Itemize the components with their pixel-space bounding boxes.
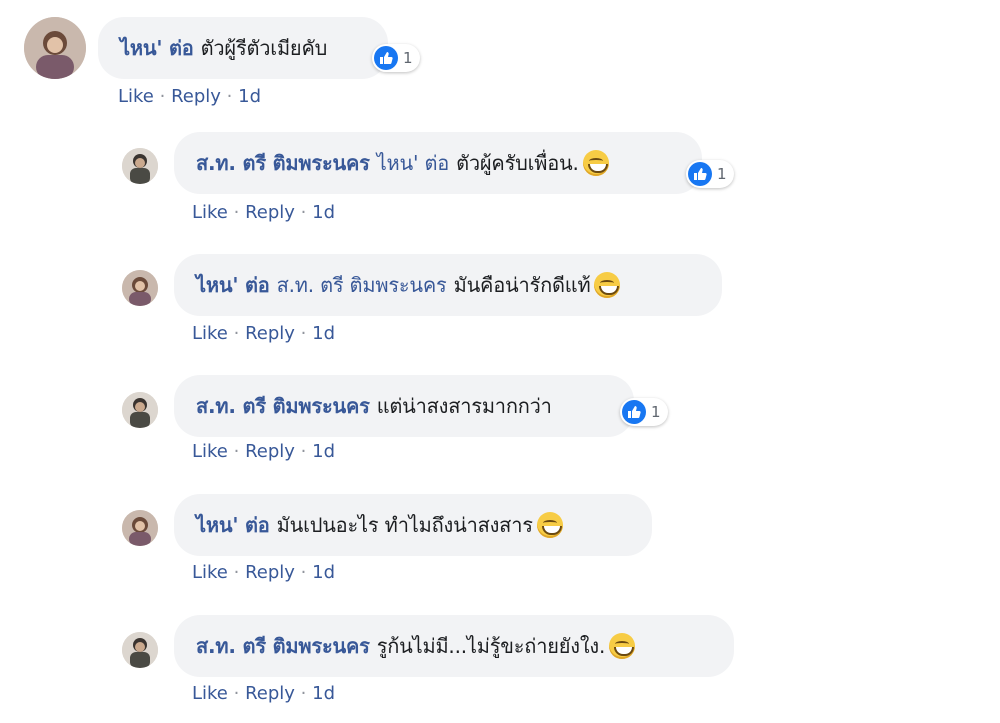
like-link[interactable]: Like	[192, 441, 228, 462]
reply-link[interactable]: Reply	[171, 86, 221, 107]
comment-text: มันเปนอะไร ทำไมถึงน่าสงสาร	[276, 513, 533, 537]
like-link[interactable]: Like	[192, 683, 228, 704]
avatar[interactable]	[122, 148, 158, 184]
like-link[interactable]: Like	[192, 562, 228, 583]
separator: ·	[300, 441, 313, 462]
reaction-count[interactable]: 1	[686, 160, 734, 188]
like-icon	[688, 162, 712, 186]
grinning-sweat-emoji	[609, 633, 636, 659]
reply-link[interactable]: Reply	[245, 441, 295, 462]
separator: ·	[233, 683, 246, 704]
comment-author[interactable]: ส.ท. ตรี ติมพระนคร	[196, 147, 370, 179]
comment-text: รูก้นไม่มี...ไม่รู้ขะถ่ายยังใง.	[376, 634, 606, 658]
reply-link[interactable]: Reply	[245, 323, 295, 344]
comment-thread: ไหน' ต่อ ตัวผู้รีตัวเมียคับ 1 Like · Rep…	[0, 0, 1000, 723]
laughing-emoji	[594, 272, 621, 298]
separator: ·	[300, 202, 313, 223]
reply-link[interactable]: Reply	[245, 683, 295, 704]
like-icon	[622, 400, 646, 424]
comment-bubble: ส.ท. ตรี ติมพระนคร ไหน' ต่อ ตัวผู้ครับเพ…	[174, 132, 702, 194]
avatar[interactable]	[122, 392, 158, 428]
mention-tag[interactable]: ส.ท. ตรี ติมพระนคร	[277, 269, 447, 301]
comment-bubble: ส.ท. ตรี ติมพระนคร แต่น่าสงสารมากกว่า	[174, 375, 634, 437]
reaction-number: 1	[403, 49, 413, 67]
timestamp[interactable]: 1d	[312, 683, 335, 704]
comment-text: แต่น่าสงสารมากกว่า	[376, 394, 552, 418]
reaction-number: 1	[717, 165, 727, 183]
comment-actions: Like · Reply · 1d	[192, 683, 335, 704]
reply-link[interactable]: Reply	[245, 562, 295, 583]
timestamp[interactable]: 1d	[312, 441, 335, 462]
reply-link[interactable]: Reply	[245, 202, 295, 223]
comment-text: มันคือน่ารักดีแท้	[453, 273, 591, 297]
like-link[interactable]: Like	[192, 323, 228, 344]
separator: ·	[233, 202, 246, 223]
comment-actions: Like · Reply · 1d	[192, 323, 335, 344]
like-link[interactable]: Like	[192, 202, 228, 223]
grinning-sweat-emoji	[582, 150, 609, 176]
separator: ·	[226, 86, 239, 107]
timestamp[interactable]: 1d	[238, 86, 261, 107]
comment-author[interactable]: ไหน' ต่อ	[120, 32, 194, 64]
timestamp[interactable]: 1d	[312, 323, 335, 344]
separator: ·	[233, 323, 246, 344]
grinning-sweat-emoji	[536, 512, 563, 538]
reaction-number: 1	[651, 403, 661, 421]
comment-actions: Like · Reply · 1d	[118, 86, 261, 107]
comment-bubble: ไหน' ต่อ มันเปนอะไร ทำไมถึงน่าสงสาร	[174, 494, 652, 556]
avatar[interactable]	[122, 270, 158, 306]
separator: ·	[233, 441, 246, 462]
separator: ·	[300, 683, 313, 704]
comment-bubble: ไหน' ต่อ ส.ท. ตรี ติมพระนคร มันคือน่ารัก…	[174, 254, 722, 316]
avatar[interactable]	[122, 632, 158, 668]
timestamp[interactable]: 1d	[312, 202, 335, 223]
timestamp[interactable]: 1d	[312, 562, 335, 583]
comment-text: ตัวผู้รีตัวเมียคับ	[200, 36, 328, 60]
reaction-count[interactable]: 1	[620, 398, 668, 426]
avatar[interactable]	[122, 510, 158, 546]
like-link[interactable]: Like	[118, 86, 154, 107]
comment-author[interactable]: ไหน' ต่อ	[196, 269, 270, 301]
comment-author[interactable]: ส.ท. ตรี ติมพระนคร	[196, 390, 370, 422]
avatar[interactable]	[24, 17, 86, 79]
comment-author[interactable]: ส.ท. ตรี ติมพระนคร	[196, 630, 370, 662]
mention-tag[interactable]: ไหน' ต่อ	[377, 147, 450, 179]
reaction-count[interactable]: 1	[372, 44, 420, 72]
separator: ·	[300, 323, 313, 344]
separator: ·	[159, 86, 172, 107]
comment-text: ตัวผู้ครับเพื่อน.	[456, 151, 579, 175]
comment-actions: Like · Reply · 1d	[192, 202, 335, 223]
comment-author[interactable]: ไหน' ต่อ	[196, 509, 270, 541]
like-icon	[374, 46, 398, 70]
separator: ·	[233, 562, 246, 583]
comment-bubble: ไหน' ต่อ ตัวผู้รีตัวเมียคับ	[98, 17, 388, 79]
comment-actions: Like · Reply · 1d	[192, 562, 335, 583]
separator: ·	[300, 562, 313, 583]
comment-bubble: ส.ท. ตรี ติมพระนคร รูก้นไม่มี...ไม่รู้ขะ…	[174, 615, 734, 677]
comment-actions: Like · Reply · 1d	[192, 441, 335, 462]
